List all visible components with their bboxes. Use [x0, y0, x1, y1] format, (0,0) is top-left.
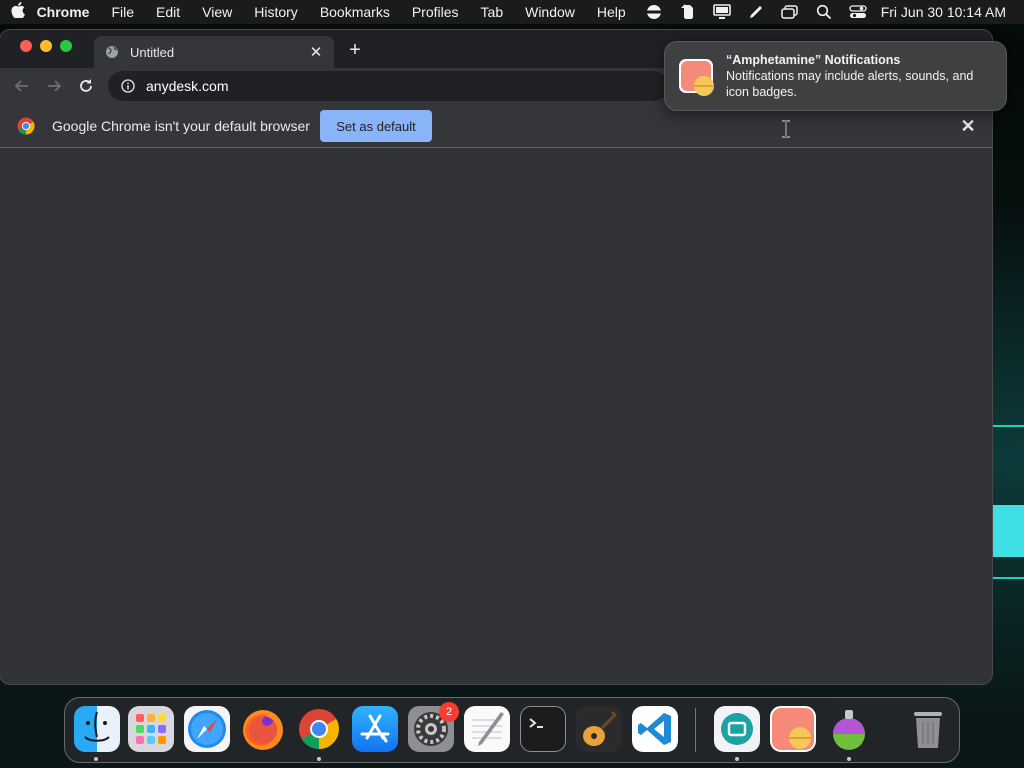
gradient-app-icon[interactable] [826, 706, 872, 752]
tab-title: Untitled [130, 44, 175, 60]
display-icon[interactable] [705, 4, 739, 20]
safari-icon[interactable] [184, 706, 230, 752]
menu-app-name[interactable]: Chrome [37, 4, 101, 20]
menu-view[interactable]: View [191, 4, 243, 20]
dock-running-indicator [94, 757, 98, 761]
address-text: anydesk.com [146, 78, 229, 94]
menu-help[interactable]: Help [586, 4, 637, 20]
window-icon[interactable] [773, 4, 807, 20]
wallpaper-accent-block [992, 505, 1024, 557]
chrome-window: Untitled ✕ + anydesk.com Google Chrome i… [0, 30, 992, 684]
dock-running-indicator [317, 757, 321, 761]
evernote-icon[interactable] [671, 4, 705, 20]
dock [64, 697, 960, 763]
menu-bookmarks[interactable]: Bookmarks [309, 4, 401, 20]
menubar: Chrome File Edit View History Bookmarks … [0, 0, 1024, 24]
reload-icon[interactable] [74, 74, 98, 98]
back-arrow-icon[interactable] [10, 74, 34, 98]
launchpad-icon[interactable] [128, 706, 174, 752]
app-store-icon[interactable] [352, 706, 398, 752]
notification-body: Notifications may include alerts, sounds… [726, 69, 974, 99]
dock-separator [695, 708, 696, 752]
menu-window[interactable]: Window [514, 4, 586, 20]
pen-icon[interactable] [739, 4, 773, 20]
new-tab-button[interactable]: + [344, 39, 366, 61]
infobar-message: Google Chrome isn't your default browser [52, 118, 310, 134]
ibeam-cursor-icon [781, 120, 791, 138]
menu-tab[interactable]: Tab [470, 4, 515, 20]
window-minimize-button[interactable] [40, 40, 52, 52]
amphetamine-icon [677, 57, 717, 97]
tab-untitled[interactable]: Untitled ✕ [94, 36, 334, 68]
amphetamine-notification[interactable]: “Amphetamine” Notifications Notification… [664, 41, 1007, 111]
window-close-button[interactable] [20, 40, 32, 52]
menubar-clock[interactable]: Fri Jun 30 10:14 AM [875, 4, 1006, 20]
finder-icon[interactable] [74, 706, 120, 752]
infobar-close-icon[interactable]: ✕ [958, 116, 978, 136]
tab-close-icon[interactable]: ✕ [308, 44, 324, 61]
wallpaper-accent-line [990, 577, 1024, 579]
vscode-icon[interactable] [632, 706, 678, 752]
apple-menu-icon[interactable] [0, 2, 37, 22]
textedit-icon[interactable] [464, 706, 510, 752]
firefox-icon[interactable] [240, 706, 286, 752]
dock-running-indicator [847, 757, 851, 761]
screen-sharing-icon[interactable] [714, 706, 760, 752]
amphetamine-dock-icon[interactable] [770, 706, 816, 752]
chrome-icon[interactable] [296, 706, 342, 752]
control-center-icon[interactable] [841, 4, 875, 20]
menu-edit[interactable]: Edit [145, 4, 191, 20]
garageband-icon[interactable] [576, 706, 622, 752]
settings-notification-badge: 2 [439, 702, 459, 722]
menu-file[interactable]: File [100, 4, 145, 20]
window-zoom-button[interactable] [60, 40, 72, 52]
menu-history[interactable]: History [243, 4, 309, 20]
address-bar[interactable]: anydesk.com [108, 71, 668, 101]
dock-running-indicator [735, 757, 739, 761]
chrome-logo-icon [17, 117, 35, 135]
notification-title: “Amphetamine” Notifications [726, 53, 901, 67]
globe-icon [104, 44, 120, 60]
eclipse-icon[interactable] [637, 4, 671, 20]
menu-profiles[interactable]: Profiles [401, 4, 470, 20]
set-as-default-button[interactable]: Set as default [320, 110, 432, 142]
info-icon[interactable] [120, 78, 136, 94]
forward-arrow-icon[interactable] [42, 74, 66, 98]
terminal-icon[interactable] [520, 706, 566, 752]
trash-icon[interactable] [905, 706, 951, 752]
search-icon[interactable] [807, 4, 841, 20]
wallpaper-accent-line [990, 425, 1024, 427]
